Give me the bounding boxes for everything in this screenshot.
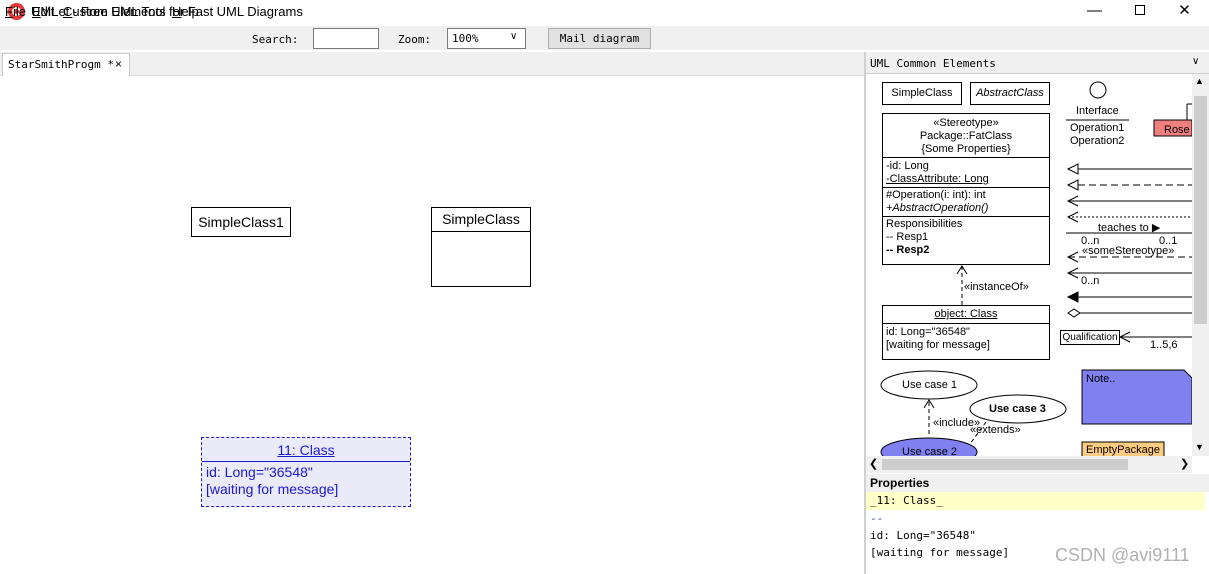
palette-mult-156: 1..5,6 [1150, 339, 1178, 351]
palette-abstractclass[interactable]: AbstractClass [970, 82, 1050, 105]
class-title: SimpleClass [432, 208, 530, 232]
watermark-text: CSDN @avi9111 [1055, 545, 1190, 565]
search-label: Search: [252, 33, 299, 46]
scroll-left-icon[interactable]: ❮ [869, 457, 878, 470]
object-attribute: id: Long="36548" [206, 464, 313, 480]
tab-label: StarSmithProgm * [8, 58, 114, 71]
palette-use-case-3[interactable]: Use case 3 [989, 403, 1046, 415]
properties-header: Properties [866, 474, 1209, 492]
fatclass-resp1: -- Resp1 [886, 231, 929, 243]
palette-rose-label: Rose [1164, 124, 1190, 136]
tab-close-icon[interactable]: × [115, 57, 122, 71]
palette-object-title: object: Class [883, 306, 1049, 324]
fatclass-resp-title: Responsibilities [886, 218, 963, 230]
uml-class-simpleclass[interactable]: SimpleClass [431, 207, 531, 287]
maximize-button[interactable] [1117, 0, 1162, 24]
palette-fatclass[interactable]: «Stereotype» Package::FatClass {Some Pro… [882, 113, 1050, 265]
palette-qualification[interactable]: Qualification [1060, 330, 1120, 345]
fatclass-attributes: -id: Long -ClassAttribute: Long [883, 158, 1049, 188]
fatclass-op2: +AbstractOperation() [886, 202, 989, 214]
fatclass-op1: #Operation(i: int): int [886, 189, 986, 201]
palette-simpleclass[interactable]: SimpleClass [882, 82, 962, 105]
search-input[interactable] [313, 28, 379, 49]
palette-extends-label: «extends» [970, 424, 1021, 436]
palette-object-wait: [waiting for message] [886, 339, 990, 351]
interface-circle [1089, 81, 1107, 99]
palette-use-case-1[interactable]: Use case 1 [902, 379, 957, 391]
maximize-icon [1134, 5, 1145, 15]
palette-selector[interactable]: UML Common Elements [866, 52, 1209, 74]
palette-note[interactable]: Note.. [1086, 373, 1115, 385]
scroll-down-icon[interactable]: ▼ [1195, 442, 1204, 452]
palette-object-body: id: Long="36548" [waiting for message] [883, 324, 1049, 354]
fatclass-header: «Stereotype» Package::FatClass {Some Pro… [883, 114, 1049, 158]
tab-diagram[interactable]: StarSmithProgm * [2, 53, 130, 76]
palette-scroll-thumb[interactable] [1194, 96, 1207, 324]
palette-interface-label: Interface [1076, 105, 1119, 117]
fatclass-attr-class: -ClassAttribute: Long [886, 173, 989, 185]
object-title: 11: Class [202, 438, 410, 462]
element-palette[interactable]: SimpleClass AbstractClass Interface Oper… [866, 74, 1192, 456]
palette-mult-0n-b: 0..n [1081, 275, 1100, 287]
property-line[interactable]: _11: Class_ [866, 492, 1205, 510]
fatclass-resp2: -- Resp2 [886, 244, 930, 256]
palette-object-id: id: Long="36548" [886, 326, 970, 338]
palette-operation2: Operation2 [1070, 135, 1125, 147]
zoom-label: Zoom: [398, 33, 432, 46]
fatclass-props: {Some Properties} [921, 143, 1011, 155]
fatclass-attr-id: -id: Long [886, 160, 929, 172]
menu-edit[interactable]: Edit [32, 4, 54, 19]
menu-help[interactable]: Help [172, 4, 199, 19]
fatclass-responsibilities: Responsibilities -- Resp1 -- Resp2 [883, 217, 1049, 258]
object-body: id: Long="36548" [waiting for message] [202, 462, 410, 500]
mail-diagram-button[interactable]: Mail diagram [548, 28, 651, 49]
property-line[interactable]: -- [870, 512, 883, 525]
palette-operation1: Operation1 [1070, 122, 1125, 134]
diagram-canvas[interactable] [0, 77, 864, 574]
object-state: [waiting for message] [206, 481, 339, 497]
menu-file[interactable]: File [5, 4, 26, 19]
palette-use-case-2[interactable]: Use case 2 [902, 446, 957, 456]
chevron-down-icon: ∨ [510, 31, 518, 42]
uml-object-selected[interactable]: 11: Class id: Long="36548" [waiting for … [201, 437, 411, 507]
minimize-button[interactable]: — [1072, 0, 1117, 24]
scroll-right-icon[interactable]: ❯ [1180, 457, 1189, 470]
palette-hscroll-thumb[interactable] [882, 459, 1128, 470]
palette-some-stereotype: «someStereotype» [1082, 245, 1175, 257]
property-line[interactable]: id: Long="36548" [870, 529, 976, 542]
scroll-up-icon[interactable]: ▲ [1195, 76, 1204, 86]
property-line[interactable]: [waiting for message] [870, 546, 1009, 559]
chevron-down-icon: ∨ [1192, 56, 1200, 67]
close-window-button[interactable]: ✕ [1162, 0, 1207, 24]
palette-object[interactable]: object: Class id: Long="36548" [waiting … [882, 305, 1050, 360]
palette-instanceof-label: «instanceOf» [964, 281, 1029, 293]
fatclass-stereotype: «Stereotype» [933, 117, 999, 129]
fatclass-operations: #Operation(i: int): int +AbstractOperati… [883, 188, 1049, 217]
palette-teaches-to: teaches to ▶ [1098, 222, 1161, 234]
uml-class-simpleclass1[interactable]: SimpleClass1 [191, 207, 291, 237]
palette-empty-package[interactable]: EmptyPackage [1086, 444, 1160, 456]
menu-custom-elements[interactable]: Custom Elements [63, 4, 166, 19]
fatclass-name: Package::FatClass [919, 130, 1013, 142]
